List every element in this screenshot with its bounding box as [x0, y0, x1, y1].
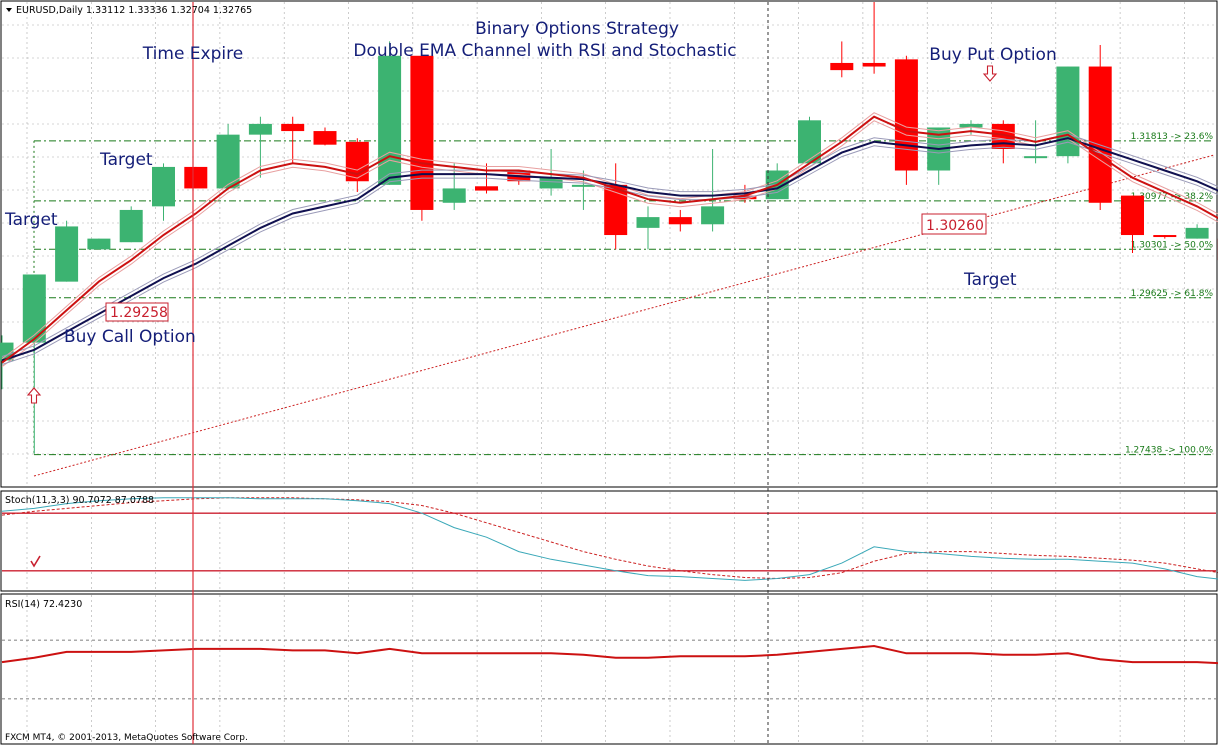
candle-body: [571, 184, 595, 187]
buy-put-label: Buy Put Option: [929, 45, 1056, 65]
candle-body: [636, 217, 660, 228]
ohlc-label: 1.33112 1.33336 1.32704 1.32765: [86, 5, 252, 16]
svg-text:1.30260: 1.30260: [926, 218, 984, 234]
fib-label: 1.29625 -> 61.8%: [1131, 289, 1214, 299]
candle-body: [862, 62, 886, 67]
bull-candle: [1056, 66, 1080, 164]
candle-body: [55, 226, 79, 282]
stoch-panel: [0, 490, 1218, 592]
candle-body: [475, 186, 498, 191]
candle-body: [442, 188, 466, 203]
bear-candle: [410, 55, 434, 221]
candle-body: [668, 217, 692, 225]
candle-body: [1153, 235, 1177, 238]
candle-body: [87, 238, 111, 250]
target-label-1: Target: [99, 150, 153, 170]
title-line2: Double EMA Channel with RSI and Stochast…: [353, 41, 736, 61]
price-panel: [0, 0, 1218, 488]
candle-body: [1024, 156, 1048, 159]
bull-candle: [119, 206, 143, 243]
candle-body: [1088, 66, 1112, 203]
candle-body: [410, 55, 434, 210]
chart-canvas: 1.31813 -> 23.6%1.30977 -> 38.2%1.30301 …: [0, 0, 1218, 745]
candle-body: [1185, 227, 1209, 239]
candle-body: [248, 123, 272, 135]
candle-body: [1121, 195, 1144, 236]
candle-body: [152, 166, 175, 207]
candle-body: [378, 55, 402, 185]
symbol-label: EURUSD,Daily: [16, 5, 83, 16]
candle-body: [281, 123, 305, 132]
bull-candle: [55, 220, 79, 282]
fib-label: 1.30301 -> 50.0%: [1131, 240, 1214, 250]
candle-body: [119, 209, 143, 243]
fib-label: 1.31813 -> 23.6%: [1131, 132, 1214, 142]
candle-body: [184, 166, 208, 189]
candle-body: [313, 131, 337, 145]
target-label-2: Target: [4, 210, 58, 230]
stoch-label: Stoch(11,3,3) 90.7072 87.0788: [5, 495, 154, 506]
candle-body: [830, 62, 854, 71]
bear-candle: [1088, 45, 1112, 210]
price-label-put: 1.30260: [921, 213, 987, 235]
bear-candle: [894, 55, 918, 185]
candle-body: [894, 59, 918, 171]
candle-body: [345, 141, 369, 182]
bear-candle: [184, 166, 208, 189]
buy-call-label: Buy Call Option: [64, 327, 196, 347]
rsi-panel: [0, 593, 1218, 745]
bull-candle: [798, 116, 821, 164]
title-line1: Binary Options Strategy: [475, 19, 679, 39]
bull-candle: [378, 41, 402, 185]
fib-label: 1.27438 -> 100.0%: [1125, 446, 1213, 456]
bull-candle: [87, 238, 111, 250]
price-label-call: 1.29258: [105, 302, 169, 322]
rsi-label: RSI(14) 72.4230: [5, 599, 82, 610]
footer-label: FXCM MT4, © 2001-2013, MetaQuotes Softwa…: [5, 733, 248, 743]
time-expire-label: Time Expire: [142, 44, 243, 64]
candle-body: [701, 206, 725, 225]
svg-text:1.29258: 1.29258: [110, 305, 168, 321]
target-label-3: Target: [963, 270, 1017, 290]
